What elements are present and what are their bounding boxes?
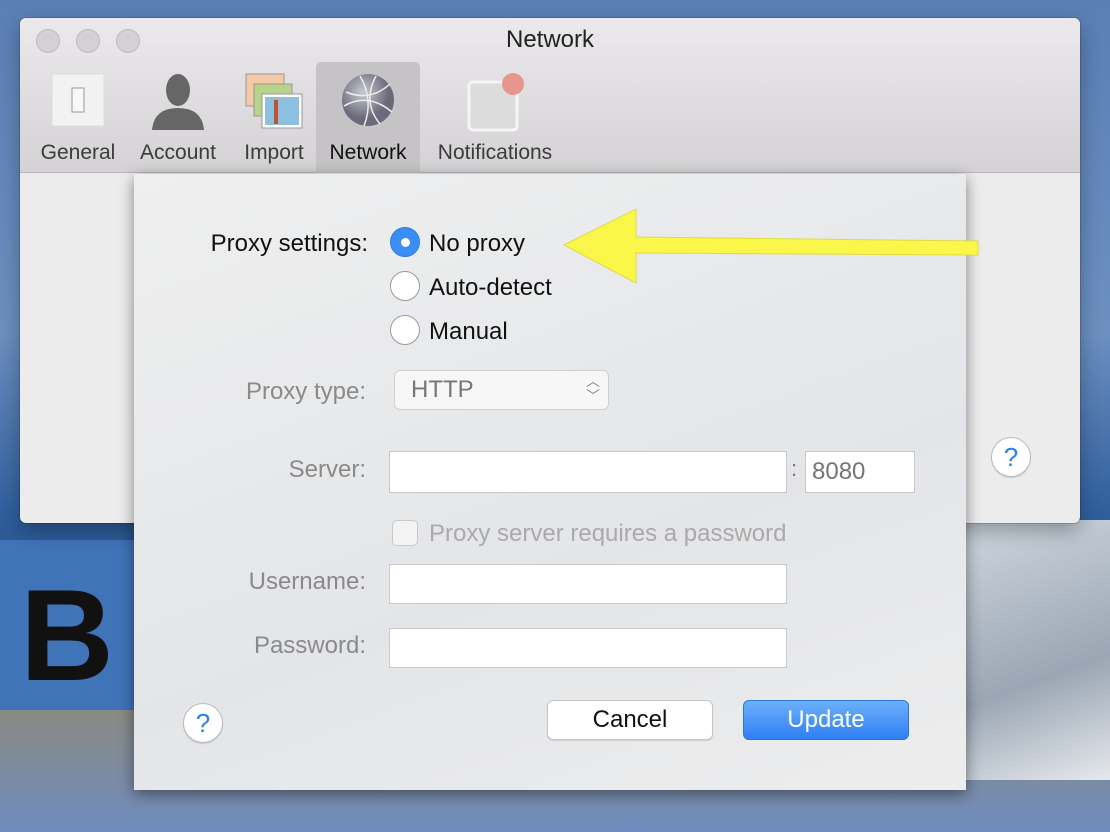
tab-label: Notifications [437, 141, 553, 164]
auto-detect-radio[interactable] [390, 271, 420, 301]
annotation-arrow-icon [562, 208, 979, 284]
no-proxy-radio[interactable] [390, 227, 420, 257]
tab-label: General [40, 141, 116, 164]
username-input[interactable] [389, 564, 787, 604]
manual-label[interactable]: Manual [429, 318, 508, 346]
background-photo [966, 520, 1110, 780]
proxy-type-select[interactable]: HTTP ︿ ﹀ [394, 370, 609, 410]
server-input[interactable] [389, 451, 787, 493]
password-label: Password: [253, 632, 366, 659]
tab-label: Network [329, 141, 407, 164]
auto-detect-label[interactable]: Auto-detect [429, 274, 552, 302]
tab-account[interactable]: Account [128, 62, 228, 173]
chevron-up-down-icon: ︿ ﹀ [586, 373, 600, 404]
person-icon [148, 72, 208, 136]
requires-password-checkbox[interactable] [392, 520, 418, 546]
tab-label: Import [244, 141, 304, 164]
tab-notifications[interactable]: Notifications [424, 62, 566, 173]
tab-label: Account [140, 141, 216, 164]
window-title: Network [505, 26, 595, 53]
sheet-help-button[interactable]: ? [183, 703, 223, 743]
manual-radio[interactable] [390, 315, 420, 345]
help-button[interactable]: ? [991, 437, 1031, 477]
switch-icon [50, 72, 106, 134]
tab-import[interactable]: Import [232, 62, 316, 173]
title-bar: Network General Account Import Network N… [20, 18, 1080, 173]
background-photo-letter: B [20, 562, 114, 708]
photos-icon [244, 72, 304, 136]
no-proxy-label[interactable]: No proxy [429, 230, 525, 258]
proxy-type-value: HTTP [411, 376, 474, 403]
notification-badge-icon [463, 72, 527, 138]
cancel-button[interactable]: Cancel [547, 700, 713, 740]
tab-general[interactable]: General [32, 62, 124, 173]
requires-password-label: Proxy server requires a password [429, 520, 787, 547]
port-separator: : [791, 456, 798, 481]
globe-icon [340, 72, 396, 134]
proxy-settings-label: Proxy settings: [210, 230, 368, 257]
port-input[interactable] [805, 451, 915, 493]
username-label: Username: [248, 568, 366, 595]
password-input[interactable] [389, 628, 787, 668]
update-button[interactable]: Update [743, 700, 909, 740]
server-label: Server: [288, 456, 366, 483]
proxy-type-label: Proxy type: [245, 378, 366, 405]
tab-network[interactable]: Network [316, 62, 420, 173]
